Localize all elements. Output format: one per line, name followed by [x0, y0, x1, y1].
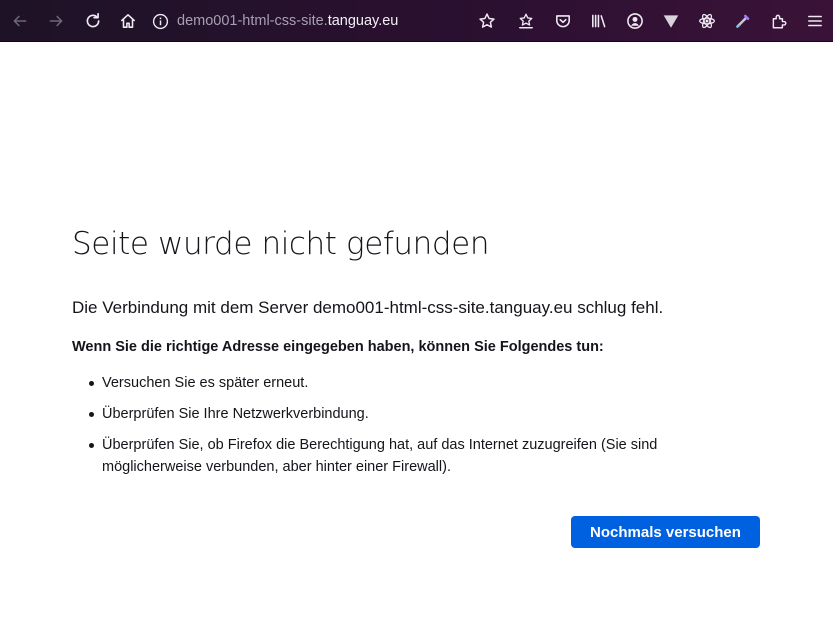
pocket-button[interactable]: [548, 6, 578, 36]
extensions-button[interactable]: [764, 6, 794, 36]
vue-devtools-button[interactable]: [656, 6, 686, 36]
url-prefix: demo001-html-css-site.: [177, 13, 328, 29]
back-arrow-icon: [13, 15, 27, 27]
info-icon[interactable]: [152, 13, 169, 30]
tip-item: Überprüfen Sie Ihre Netzwerkverbindung.: [72, 403, 692, 425]
vue-devtools-icon: [663, 15, 679, 28]
menu-button[interactable]: [800, 6, 830, 36]
url-text[interactable]: demo001-html-css-site.tanguay.eu: [177, 13, 398, 29]
home-icon: [121, 14, 135, 28]
forward-arrow-icon: [49, 15, 63, 27]
library-button[interactable]: [584, 6, 614, 36]
save-to-pocket-icon: [519, 13, 533, 29]
forward-button[interactable]: [41, 6, 71, 36]
color-picker-icon: [736, 14, 750, 28]
pocket-icon: [556, 15, 570, 28]
error-title: Seite wurde nicht gefunden: [72, 226, 490, 262]
account-icon: [627, 13, 643, 29]
star-icon: [479, 13, 495, 28]
back-button[interactable]: [5, 6, 35, 36]
error-subtitle: Wenn Sie die richtige Adresse eingegeben…: [72, 339, 604, 355]
home-button[interactable]: [113, 6, 143, 36]
error-description: Die Verbindung mit dem Server demo001-ht…: [72, 298, 664, 317]
library-icon: [592, 14, 606, 28]
save-to-pocket-button[interactable]: [511, 6, 541, 36]
reload-icon: [86, 12, 100, 28]
extensions-icon: [772, 14, 787, 29]
bookmark-button[interactable]: [472, 6, 502, 36]
menu-icon: [808, 15, 822, 27]
tips-list: Versuchen Sie es später erneut. Überprüf…: [72, 372, 692, 487]
tip-item: Überprüfen Sie, ob Firefox die Berechtig…: [72, 434, 692, 478]
url-host: tanguay.eu: [327, 13, 399, 29]
color-picker-button[interactable]: [728, 6, 758, 36]
retry-button[interactable]: Nochmals versuchen: [571, 516, 760, 548]
browser-toolbar: demo001-html-css-site.tanguay.eu: [0, 0, 833, 42]
account-button[interactable]: [620, 6, 650, 36]
react-devtools-icon: [699, 13, 715, 29]
tip-item: Versuchen Sie es später erneut.: [72, 372, 692, 394]
react-devtools-button[interactable]: [692, 6, 722, 36]
address-bar[interactable]: demo001-html-css-site.tanguay.eu: [152, 6, 462, 36]
reload-button[interactable]: [78, 6, 108, 36]
